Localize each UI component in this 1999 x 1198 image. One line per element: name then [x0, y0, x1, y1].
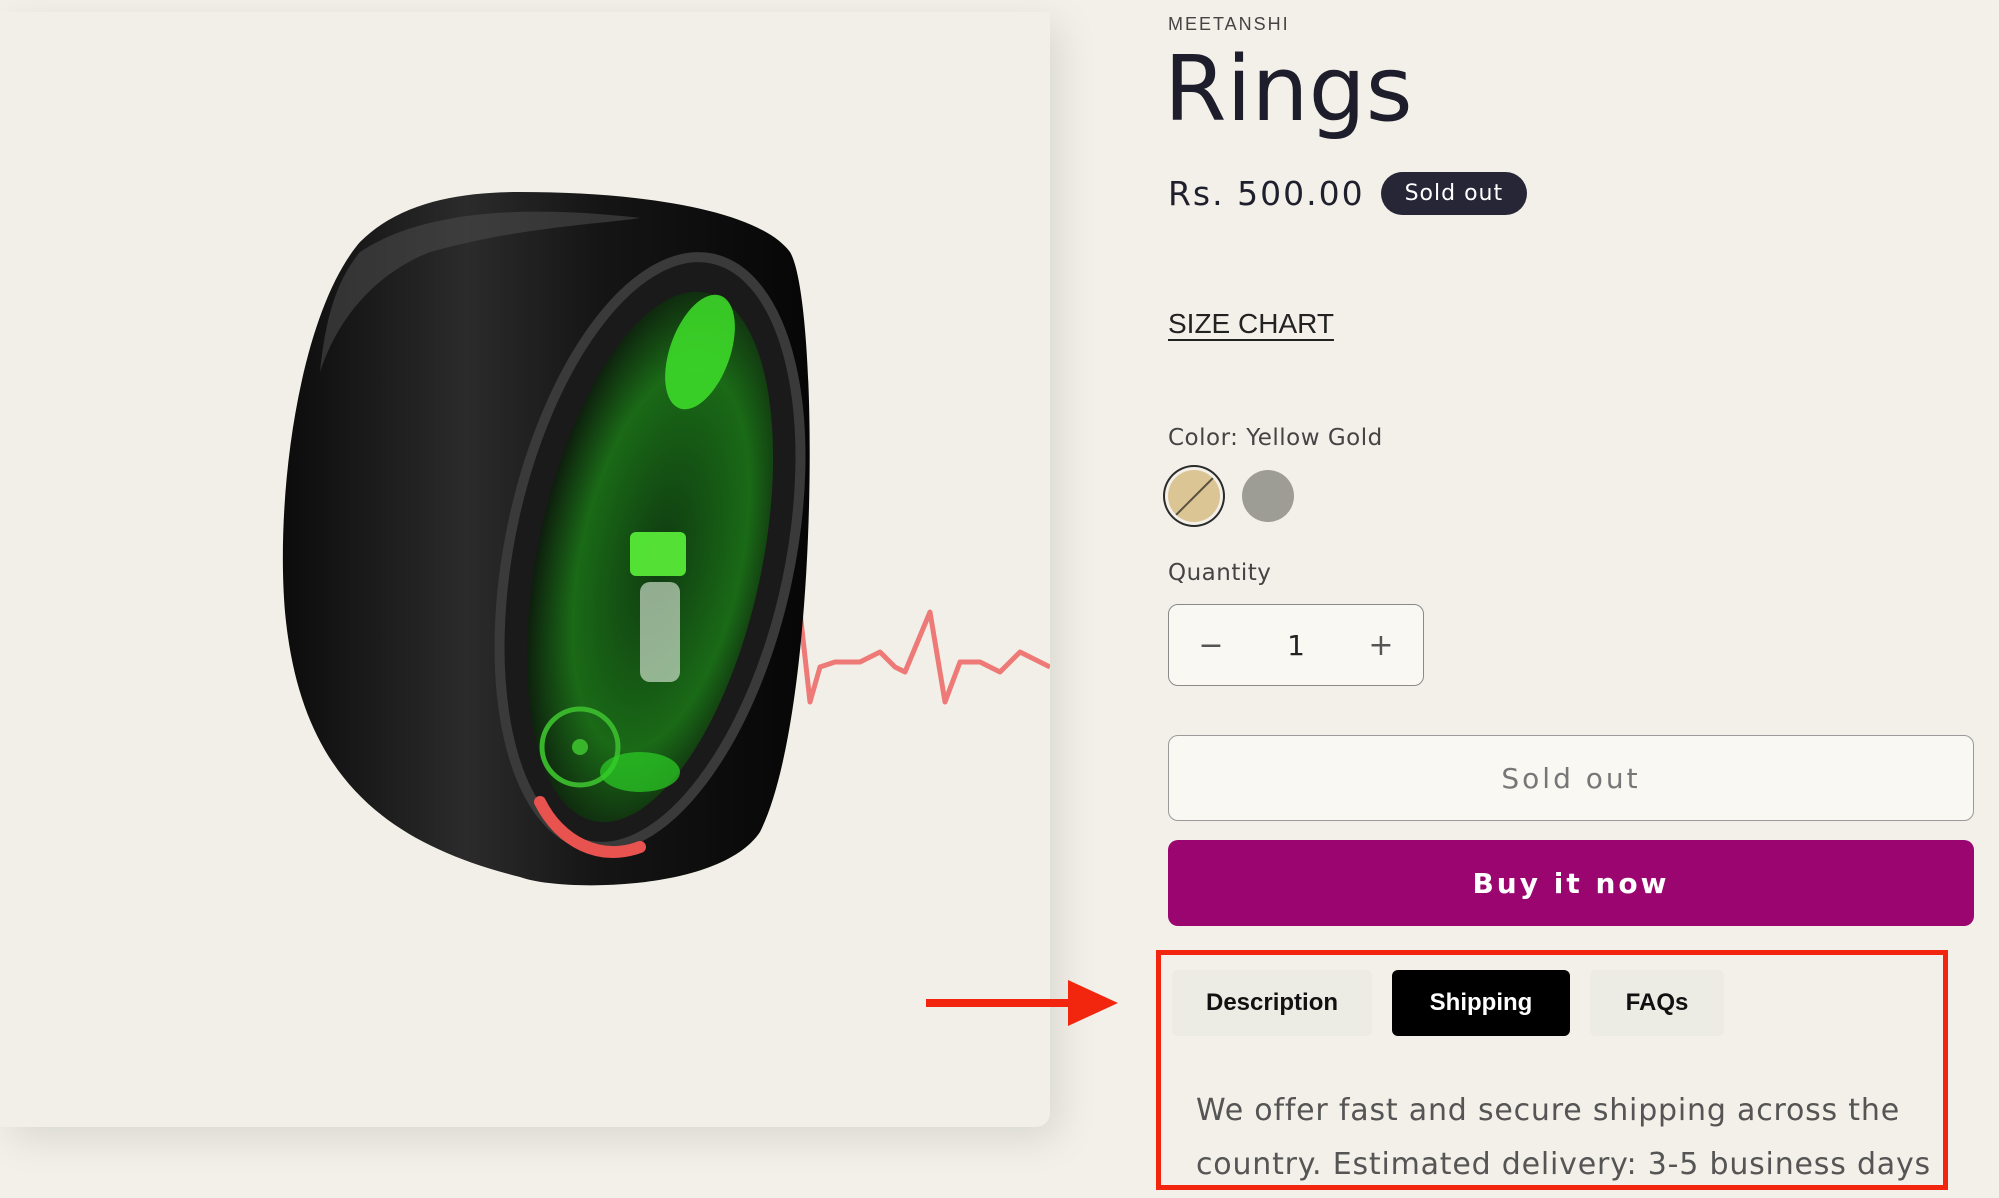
- color-swatch-yellow-gold[interactable]: [1168, 470, 1220, 522]
- color-label: Color: Yellow Gold: [1168, 425, 1383, 451]
- buy-it-now-button[interactable]: Buy it now: [1168, 840, 1974, 926]
- quantity-stepper: − 1 +: [1168, 604, 1424, 686]
- tab-faqs[interactable]: FAQs: [1590, 970, 1724, 1036]
- red-arrow-icon: [926, 980, 1118, 1026]
- tab-description[interactable]: Description: [1172, 970, 1372, 1036]
- quantity-increase-button[interactable]: +: [1339, 628, 1423, 663]
- quantity-decrease-button[interactable]: −: [1169, 628, 1253, 663]
- product-media-card: [0, 12, 1050, 1127]
- ring-product-image: [282, 192, 1050, 886]
- sold-out-badge: Sold out: [1380, 172, 1528, 215]
- color-swatch-silver[interactable]: [1242, 470, 1294, 522]
- sold-out-button[interactable]: Sold out: [1168, 735, 1974, 821]
- quantity-label: Quantity: [1168, 560, 1272, 586]
- tab-shipping[interactable]: Shipping: [1392, 970, 1570, 1036]
- quantity-input[interactable]: 1: [1287, 629, 1305, 662]
- product-tabs: Description Shipping FAQs: [1172, 970, 1724, 1036]
- tab-panel-shipping: We offer fast and secure shipping across…: [1196, 1093, 1931, 1182]
- product-vendor: MEETANSHI: [1168, 14, 1290, 34]
- product-title: Rings: [1164, 37, 1413, 142]
- price-row: Rs. 500.00 Sold out: [1168, 172, 1528, 215]
- size-chart-link[interactable]: SIZE CHART: [1168, 308, 1334, 340]
- product-price: Rs. 500.00: [1168, 174, 1365, 213]
